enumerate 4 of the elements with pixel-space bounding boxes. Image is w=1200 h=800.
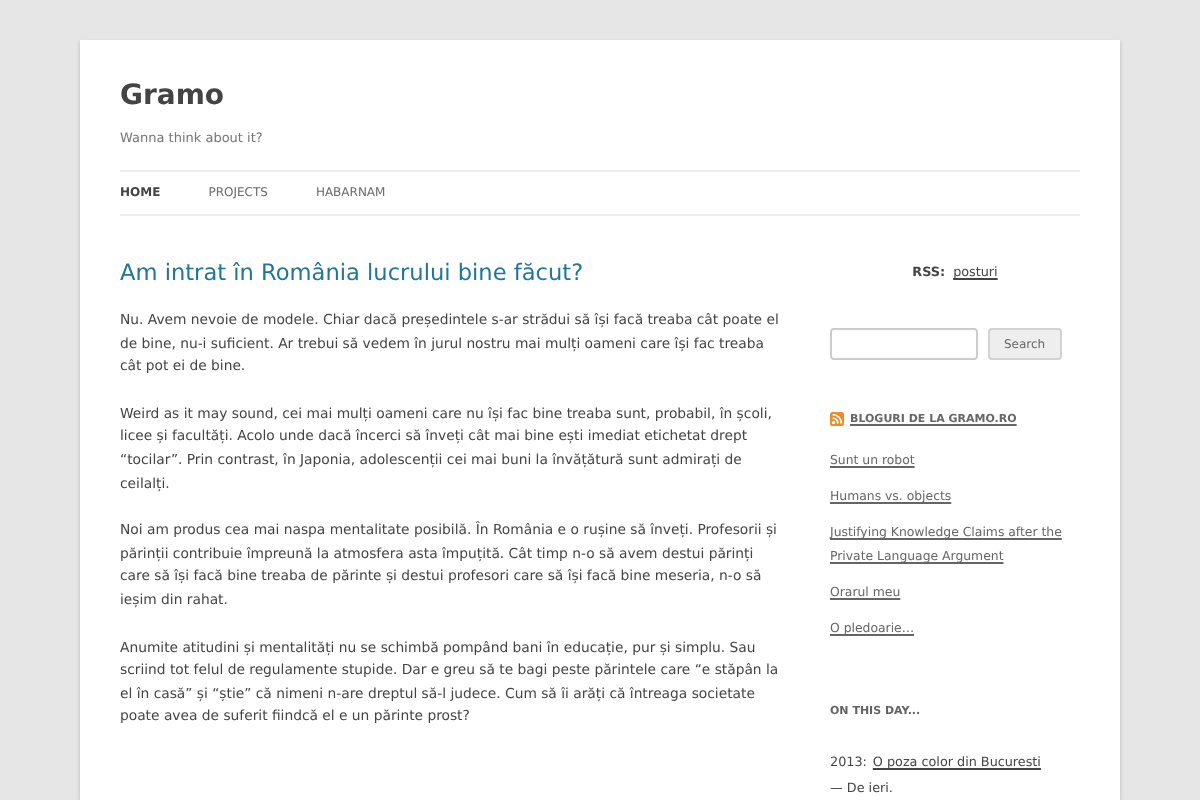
post-title[interactable]: Am intrat în România lucrului bine făcut? <box>120 260 784 286</box>
rss-icon <box>830 412 844 426</box>
search-field[interactable] <box>830 328 978 360</box>
site-title: Gramo <box>120 78 227 112</box>
